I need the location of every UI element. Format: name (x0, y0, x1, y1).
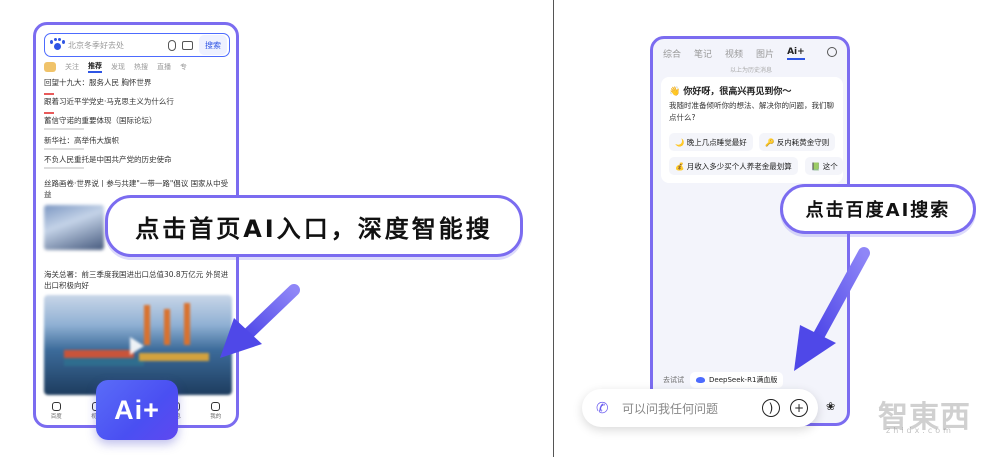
news-meta (44, 128, 84, 130)
hot-tag (44, 112, 54, 114)
suggestion-chip[interactable]: 🔑 反内耗黄金守则 (759, 133, 836, 151)
list-item[interactable]: 不负人民重托是中国共产党的历史使命 (44, 154, 172, 169)
ai-entry-button[interactable]: Ai+ (96, 380, 178, 440)
greeting-subtext: 我随时准备倾听你的想法、解决你的问题，我们聊点什么? (669, 101, 834, 122)
nav-home[interactable]: 百度 (51, 402, 62, 420)
tab-discover[interactable]: 发现 (111, 62, 125, 72)
news-title: 回望十九大：服务人民 胸怀世界 (44, 78, 152, 87)
list-item[interactable]: 海关总署：前三季度我国进出口总值30.8万亿元 外贸进出口积极向好 (44, 269, 232, 291)
pointer-arrow-right (794, 247, 870, 371)
tab-ai[interactable]: Ai+ (787, 47, 805, 60)
search-button[interactable]: 搜索 (199, 35, 227, 55)
try-label: 去试试 (663, 376, 684, 384)
news-title: 不负人民重托是中国共产党的历史使命 (44, 155, 172, 164)
feed-tabs: 关注 推荐 发现 热搜 直播 专 (44, 61, 187, 73)
nav-mine[interactable]: 我的 (210, 402, 221, 420)
microphone-icon[interactable] (168, 39, 176, 51)
callout-left: 点击首页AI入口，深度智能搜 (105, 195, 523, 257)
deepseek-label: DeepSeek-R1满血版 (709, 376, 778, 384)
camera-icon[interactable] (182, 40, 193, 50)
watermark-sub: zhidx.com (886, 426, 954, 435)
play-icon[interactable] (130, 337, 144, 355)
list-item[interactable]: 蓄信守诺的重要体现（国际论坛） (44, 115, 157, 130)
tab-all[interactable]: 综合 (663, 47, 681, 60)
nav-label: 百度 (50, 414, 62, 420)
news-title: 新华社：高举伟大旗帜 (44, 136, 119, 145)
ai-chat-card: 👋 你好呀，很高兴再见到你～ 我随时准备倾听你的想法、解决你的问题，我们聊点什么… (661, 77, 843, 183)
question-input[interactable]: 可以问我任何问题 (622, 400, 762, 417)
tab-badge-icon[interactable] (44, 62, 56, 72)
tab-follow[interactable]: 关注 (65, 62, 79, 72)
deepseek-chip[interactable]: DeepSeek-R1满血版 (690, 372, 784, 388)
baidu-paw-icon (50, 38, 65, 52)
voice-wave-button[interactable]: ) (762, 399, 780, 417)
callout-right: 点击百度AI搜索 (780, 184, 976, 234)
news-image[interactable] (44, 205, 104, 250)
tab-more[interactable]: 专 (180, 62, 187, 72)
tab-video[interactable]: 视频 (725, 47, 743, 60)
news-meta (44, 167, 84, 169)
hot-tag (44, 93, 54, 95)
profile-icon (211, 402, 221, 411)
search-input[interactable]: 北京冬季好去处 (68, 40, 168, 51)
news-title: 海关总署：前三季度我国进出口总值30.8万亿元 外贸进出口积极向好 (44, 270, 229, 290)
suggestion-chip[interactable]: 💰 月收入多少买个人养老金最划算 (669, 157, 798, 175)
try-row: 去试试 DeepSeek-R1满血版 (663, 372, 784, 388)
tab-hot[interactable]: 热搜 (134, 62, 148, 72)
deepseek-whale-icon (696, 377, 705, 383)
nav-label: 我的 (210, 414, 222, 420)
news-meta (44, 148, 84, 150)
list-item[interactable]: 新华社：高举伟大旗帜 (44, 135, 119, 150)
news-title: 跟着习近平学党史·马克思主义为什么行 (44, 97, 174, 106)
home-icon (51, 402, 61, 411)
tab-live[interactable]: 直播 (157, 62, 171, 72)
search-tabs: 综合 笔记 视频 图片 Ai+ (663, 47, 805, 60)
history-note: 以上为历史消息 (729, 67, 772, 74)
baidu-paw-icon[interactable]: ❀ (826, 400, 835, 413)
search-bar[interactable]: 北京冬季好去处 搜索 (44, 33, 230, 57)
tab-notes[interactable]: 笔记 (694, 47, 712, 60)
screenshot-stage: 北京冬季好去处 搜索 关注 推荐 发现 热搜 直播 专 回望十九大：服务人民 胸… (0, 0, 1000, 457)
voice-call-icon[interactable]: ✆ (596, 400, 612, 416)
ai-input-bar[interactable]: ✆ 可以问我任何问题 ) + (582, 389, 818, 427)
divider (553, 0, 554, 457)
greeting-text: 👋 你好呀，很高兴再见到你～ (669, 87, 792, 97)
suggestion-chip[interactable]: 📗 这个 (805, 157, 843, 175)
tab-recommend[interactable]: 推荐 (88, 61, 102, 73)
history-icon[interactable] (827, 47, 837, 57)
tab-images[interactable]: 图片 (756, 47, 774, 60)
suggestion-chip[interactable]: 🌙 晚上几点睡觉最好 (669, 133, 753, 151)
pointer-arrow-left (220, 284, 300, 358)
add-button[interactable]: + (790, 399, 808, 417)
news-title: 蓄信守诺的重要体现（国际论坛） (44, 116, 157, 125)
